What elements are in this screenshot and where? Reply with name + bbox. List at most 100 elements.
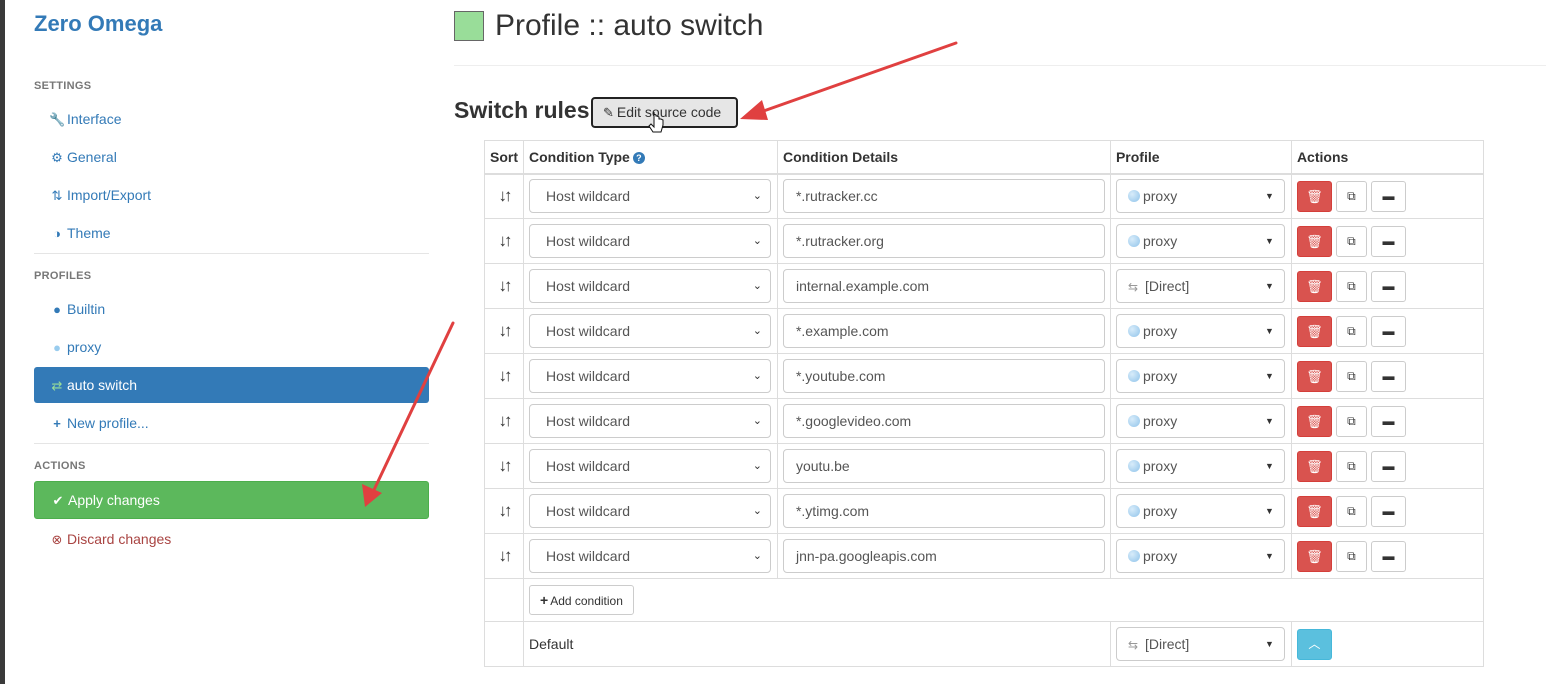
profile-cell: proxy ▼ (1109, 488, 1292, 534)
sidebar-item-new-profile[interactable]: + New profile... (34, 405, 429, 441)
add-note-button[interactable]: ▬ (1370, 180, 1406, 212)
sort-handle-icon[interactable]: ↓↑ (490, 276, 518, 296)
table-row: ↓↑ Host wildcard ⌄ *.youtube.com proxy ▼ 🗑 ⧉ ▬ (484, 353, 1485, 399)
default-profile-value: [Direct] (1144, 636, 1190, 652)
add-note-button[interactable]: ▬ (1370, 495, 1406, 527)
clone-rule-button[interactable]: ⧉ (1335, 405, 1367, 437)
condition-details-cell: *.example.com (776, 308, 1111, 354)
clone-rule-button[interactable]: ⧉ (1335, 225, 1367, 257)
profile-select[interactable]: proxy ▼ (1115, 404, 1285, 438)
profile-value: proxy (1142, 458, 1178, 474)
condition-type-select[interactable]: Host wildcard ⌄ (529, 359, 771, 393)
clone-rule-button[interactable]: ⧉ (1335, 270, 1367, 302)
add-note-button[interactable]: ▬ (1370, 360, 1406, 392)
profile-select[interactable]: proxy ▼ (1115, 359, 1285, 393)
plus-icon: + (540, 592, 549, 608)
profile-cell: proxy ▼ (1109, 218, 1292, 264)
add-note-button[interactable]: ▬ (1370, 450, 1406, 482)
sort-handle-icon[interactable]: ↓↑ (490, 321, 518, 341)
sidebar-item-interface[interactable]: 🔧 Interface (34, 101, 429, 137)
sidebar-item-theme[interactable]: ◑ Theme (34, 215, 429, 251)
condition-details-input[interactable]: *.example.com (782, 314, 1105, 348)
condition-details-input[interactable]: *.ytimg.com (782, 494, 1105, 528)
actions-cell: 🗑 ⧉ ▬ (1290, 533, 1485, 579)
brand-title[interactable]: Zero Omega (34, 11, 162, 37)
delete-rule-button[interactable]: 🗑 (1296, 405, 1332, 437)
condition-details-input[interactable]: internal.example.com (782, 269, 1105, 303)
delete-rule-button[interactable]: 🗑 (1296, 495, 1332, 527)
caret-down-icon: ▼ (1265, 639, 1274, 649)
default-profile-select[interactable]: ⇆ [Direct] ▼ (1115, 627, 1285, 661)
delete-rule-button[interactable]: 🗑 (1296, 270, 1332, 302)
clone-rule-button[interactable]: ⧉ (1335, 360, 1367, 392)
profile-select[interactable]: proxy ▼ (1115, 539, 1285, 573)
profile-select[interactable]: proxy ▼ (1115, 449, 1285, 483)
sidebar-item-label: Builtin (67, 301, 106, 317)
edit-source-code-button[interactable]: ✎ Edit source code (591, 97, 738, 128)
sidebar-item-import-export[interactable]: ⇅ Import/Export (34, 177, 429, 213)
condition-type-value: Host wildcard (546, 188, 631, 205)
column-header-condition-type: Condition Type? (523, 140, 778, 175)
import-export-icon: ⇅ (51, 188, 63, 203)
delete-rule-button[interactable]: 🗑 (1296, 450, 1332, 482)
add-note-button[interactable]: ▬ (1370, 405, 1406, 437)
condition-details-input[interactable]: *.rutracker.org (782, 224, 1105, 258)
sidebar-item-general[interactable]: ⚙ General (34, 139, 429, 175)
sort-handle-icon[interactable]: ↓↑ (490, 501, 518, 521)
condition-type-select[interactable]: Host wildcard ⌄ (529, 449, 771, 483)
sort-cell: ↓↑ (484, 218, 524, 264)
empty-cell (484, 621, 524, 667)
add-note-button[interactable]: ▬ (1370, 540, 1406, 572)
clone-rule-button[interactable]: ⧉ (1335, 450, 1367, 482)
add-condition-button[interactable]: + Add condition (529, 585, 634, 615)
condition-type-select[interactable]: Host wildcard ⌄ (529, 539, 771, 573)
sidebar-item-auto-switch[interactable]: ⇄ auto switch (34, 367, 429, 403)
delete-rule-button[interactable]: 🗑 (1296, 315, 1332, 347)
scroll-up-button[interactable]: ︿ (1296, 628, 1332, 660)
condition-type-select[interactable]: Host wildcard ⌄ (529, 494, 771, 528)
condition-details-input[interactable]: *.youtube.com (782, 359, 1105, 393)
profile-cell: proxy ▼ (1109, 308, 1292, 354)
copy-icon: ⧉ (1347, 278, 1356, 293)
profile-color-swatch[interactable] (454, 11, 484, 41)
profile-select[interactable]: proxy ▼ (1115, 494, 1285, 528)
delete-rule-button[interactable]: 🗑 (1296, 360, 1332, 392)
help-icon[interactable]: ? (632, 151, 645, 164)
clone-rule-button[interactable]: ⧉ (1335, 540, 1367, 572)
sort-handle-icon[interactable]: ↓↑ (490, 411, 518, 431)
condition-details-input[interactable]: jnn-pa.googleapis.com (782, 539, 1105, 573)
clone-rule-button[interactable]: ⧉ (1335, 180, 1367, 212)
caret-down-icon: ▼ (1265, 281, 1274, 291)
apply-changes-button[interactable]: ✔ Apply changes (34, 481, 429, 519)
condition-type-cell: Host wildcard ⌄ (523, 263, 778, 309)
delete-rule-button[interactable]: 🗑 (1296, 225, 1332, 257)
sort-handle-icon[interactable]: ↓↑ (490, 186, 518, 206)
add-note-button[interactable]: ▬ (1370, 315, 1406, 347)
sidebar-divider (34, 443, 429, 444)
condition-details-input[interactable]: *.googlevideo.com (782, 404, 1105, 438)
sort-handle-icon[interactable]: ↓↑ (490, 456, 518, 476)
discard-changes-button[interactable]: ⊗ Discard changes (34, 521, 429, 557)
condition-type-select[interactable]: Host wildcard ⌄ (529, 404, 771, 438)
sort-handle-icon[interactable]: ↓↑ (490, 546, 518, 566)
condition-details-input[interactable]: *.rutracker.cc (782, 179, 1105, 214)
clone-rule-button[interactable]: ⧉ (1335, 315, 1367, 347)
sidebar-item-proxy[interactable]: ● proxy (34, 329, 429, 365)
condition-type-select[interactable]: Host wildcard ⌄ (529, 314, 771, 348)
condition-type-select[interactable]: Host wildcard ⌄ (529, 179, 771, 214)
add-note-button[interactable]: ▬ (1370, 225, 1406, 257)
add-note-button[interactable]: ▬ (1370, 270, 1406, 302)
condition-type-select[interactable]: Host wildcard ⌄ (529, 269, 771, 303)
condition-type-select[interactable]: Host wildcard ⌄ (529, 224, 771, 258)
sort-handle-icon[interactable]: ↓↑ (490, 366, 518, 386)
condition-details-input[interactable]: youtu.be (782, 449, 1105, 483)
sort-handle-icon[interactable]: ↓↑ (490, 231, 518, 251)
sidebar-item-builtin[interactable]: ● Builtin (34, 291, 429, 327)
clone-rule-button[interactable]: ⧉ (1335, 495, 1367, 527)
delete-rule-button[interactable]: 🗑 (1296, 540, 1332, 572)
profile-select[interactable]: proxy ▼ (1115, 224, 1285, 258)
profile-select[interactable]: proxy ▼ (1115, 179, 1285, 214)
profile-select[interactable]: ⇆ [Direct] ▼ (1115, 269, 1285, 303)
profile-select[interactable]: proxy ▼ (1115, 314, 1285, 348)
delete-rule-button[interactable]: 🗑 (1296, 180, 1332, 212)
